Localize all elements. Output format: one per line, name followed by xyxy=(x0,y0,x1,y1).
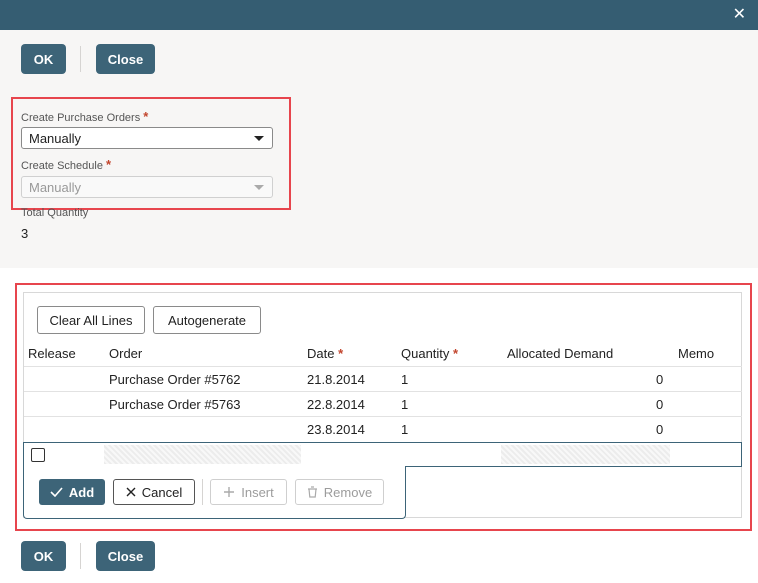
chevron-down-icon xyxy=(254,185,264,190)
order-field-disabled xyxy=(104,445,301,464)
col-header-release: Release xyxy=(28,346,76,361)
insert-button: Insert xyxy=(210,479,287,505)
row-divider xyxy=(24,391,742,392)
ok-button-bottom[interactable]: OK xyxy=(21,541,66,571)
cancel-label: Cancel xyxy=(141,484,183,500)
cancel-button[interactable]: Cancel xyxy=(113,479,195,505)
autogenerate-button[interactable]: Autogenerate xyxy=(153,306,261,334)
col-header-quantity: Quantity * xyxy=(401,346,459,361)
cell-allocated-demand: 0 xyxy=(656,397,664,412)
add-button[interactable]: Add xyxy=(39,479,105,505)
cell-allocated-demand: 0 xyxy=(656,372,664,387)
create-po-value: Manually xyxy=(29,131,82,146)
create-schedule-select: Manually xyxy=(21,176,273,198)
clear-all-lines-button[interactable]: Clear All Lines xyxy=(37,306,145,334)
dialog-title-bar: ✕ xyxy=(0,0,758,30)
col-header-date: Date * xyxy=(307,346,344,361)
insert-label: Insert xyxy=(241,484,274,500)
remove-button: Remove xyxy=(295,479,384,505)
create-schedule-value: Manually xyxy=(29,180,82,195)
close-icon xyxy=(126,487,136,497)
close-button[interactable]: Close xyxy=(96,44,155,74)
cell-date: 21.8.2014 xyxy=(307,372,365,387)
add-label: Add xyxy=(68,484,95,500)
release-checkbox[interactable] xyxy=(31,448,45,462)
cell-order: Purchase Order #5762 xyxy=(109,372,241,387)
required-marker: * xyxy=(338,346,344,361)
allocated-demand-field-disabled xyxy=(501,445,670,464)
create-po-label: Create Purchase Orders * xyxy=(21,109,149,124)
required-marker: * xyxy=(106,157,112,172)
remove-label: Remove xyxy=(323,484,373,500)
create-schedule-label: Create Schedule * xyxy=(21,157,112,172)
chevron-down-icon xyxy=(254,136,264,141)
col-header-memo: Memo xyxy=(678,346,715,361)
total-quantity-value: 3 xyxy=(21,226,29,241)
required-marker: * xyxy=(143,109,149,124)
cell-date: 23.8.2014 xyxy=(307,422,365,437)
cell-date: 22.8.2014 xyxy=(307,397,365,412)
cell-quantity: 1 xyxy=(401,422,409,437)
cell-allocated-demand: 0 xyxy=(656,422,664,437)
plus-icon xyxy=(224,487,235,497)
row-divider xyxy=(24,366,742,367)
total-quantity-label: Total Quantity xyxy=(21,207,89,219)
cell-quantity: 1 xyxy=(401,372,409,387)
required-marker: * xyxy=(453,346,459,361)
action-divider xyxy=(202,479,203,505)
trash-icon xyxy=(307,486,317,498)
cell-quantity: 1 xyxy=(401,397,409,412)
close-button-bottom[interactable]: Close xyxy=(96,541,155,571)
toolbar-divider xyxy=(80,543,81,569)
ok-button[interactable]: OK xyxy=(21,44,66,74)
create-po-select[interactable]: Manually xyxy=(21,127,273,149)
col-header-allocated-demand: Allocated Demand xyxy=(507,346,614,361)
col-header-order: Order xyxy=(109,346,143,361)
cell-order: Purchase Order #5763 xyxy=(109,397,241,412)
close-icon[interactable]: ✕ xyxy=(733,6,746,24)
new-line-edit-row[interactable] xyxy=(23,442,742,467)
toolbar-divider xyxy=(80,46,81,72)
row-divider xyxy=(24,416,742,417)
line-action-bar: Add Cancel Insert Remove xyxy=(23,466,406,519)
check-icon xyxy=(50,487,63,497)
